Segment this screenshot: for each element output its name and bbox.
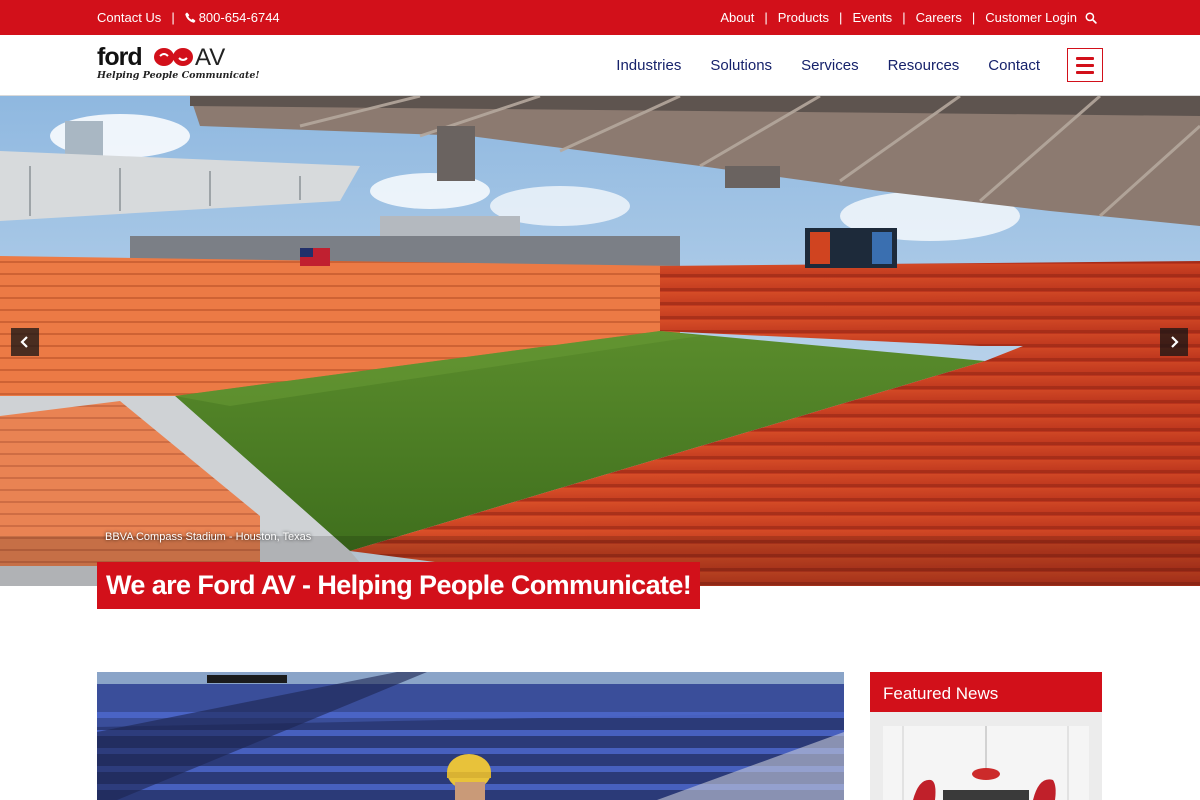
main-navigation: Industries Solutions Services Resources … bbox=[587, 35, 1040, 95]
nav-services[interactable]: Services bbox=[801, 57, 859, 74]
slider-prev-button[interactable] bbox=[11, 328, 39, 356]
phone-icon bbox=[185, 12, 196, 23]
products-link[interactable]: Products bbox=[778, 10, 829, 25]
slider-next-button[interactable] bbox=[1160, 328, 1188, 356]
conference-room-photo bbox=[883, 726, 1089, 800]
separator: | bbox=[171, 10, 175, 25]
logo-wordmark: ford bbox=[97, 43, 143, 71]
hero-caption: BBVA Compass Stadium - Houston, Texas bbox=[105, 531, 312, 543]
logo-av: AV bbox=[195, 44, 226, 71]
ford-av-logo[interactable]: ford AV Helping People Communicate! bbox=[97, 43, 260, 87]
utility-bar: Contact Us | 800-654-6744 About | Produc… bbox=[0, 0, 1200, 35]
nav-industries[interactable]: Industries bbox=[616, 57, 681, 74]
utility-links: About | Products | Events | Careers | Cu… bbox=[720, 10, 1097, 25]
phone-link[interactable]: 800-654-6744 bbox=[185, 10, 280, 25]
separator: | bbox=[971, 10, 976, 25]
featured-news-panel: Featured News bbox=[870, 672, 1102, 800]
hero-slider: BBVA Compass Stadium - Houston, Texas bbox=[0, 96, 1200, 586]
utility-contact-group: Contact Us | 800-654-6744 bbox=[97, 10, 280, 25]
nav-solutions[interactable]: Solutions bbox=[710, 57, 772, 74]
search-icon[interactable] bbox=[1085, 12, 1097, 24]
separator: | bbox=[902, 10, 906, 25]
nav-resources[interactable]: Resources bbox=[888, 57, 960, 74]
chevron-right-icon bbox=[1171, 336, 1179, 348]
phone-number: 800-654-6744 bbox=[198, 10, 280, 25]
site-header: ford AV Helping People Communicate! Indu… bbox=[0, 35, 1200, 96]
logo-speech-bubbles-icon bbox=[154, 48, 193, 66]
menu-button[interactable] bbox=[1067, 48, 1103, 82]
featured-news-title: Featured News bbox=[870, 672, 1102, 712]
featured-news-thumbnail[interactable] bbox=[883, 726, 1089, 800]
chevron-left-icon bbox=[20, 336, 28, 348]
events-link[interactable]: Events bbox=[852, 10, 892, 25]
about-link[interactable]: About bbox=[720, 10, 754, 25]
hero-headline-banner: We are Ford AV - Helping People Communic… bbox=[97, 562, 701, 609]
careers-link[interactable]: Careers bbox=[916, 10, 962, 25]
hero-headline: We are Ford AV - Helping People Communic… bbox=[106, 570, 692, 600]
hamburger-menu-icon bbox=[1076, 55, 1094, 76]
customer-login-link[interactable]: Customer Login bbox=[985, 10, 1077, 25]
stadium-worker-photo bbox=[97, 672, 844, 800]
nav-contact[interactable]: Contact bbox=[988, 57, 1040, 74]
separator: | bbox=[839, 10, 843, 25]
separator: | bbox=[764, 10, 768, 25]
logo-tagline: Helping People Communicate! bbox=[97, 70, 260, 81]
contact-us-link[interactable]: Contact Us bbox=[97, 10, 161, 25]
stadium-photo bbox=[0, 96, 1200, 586]
feature-image[interactable] bbox=[97, 672, 844, 800]
